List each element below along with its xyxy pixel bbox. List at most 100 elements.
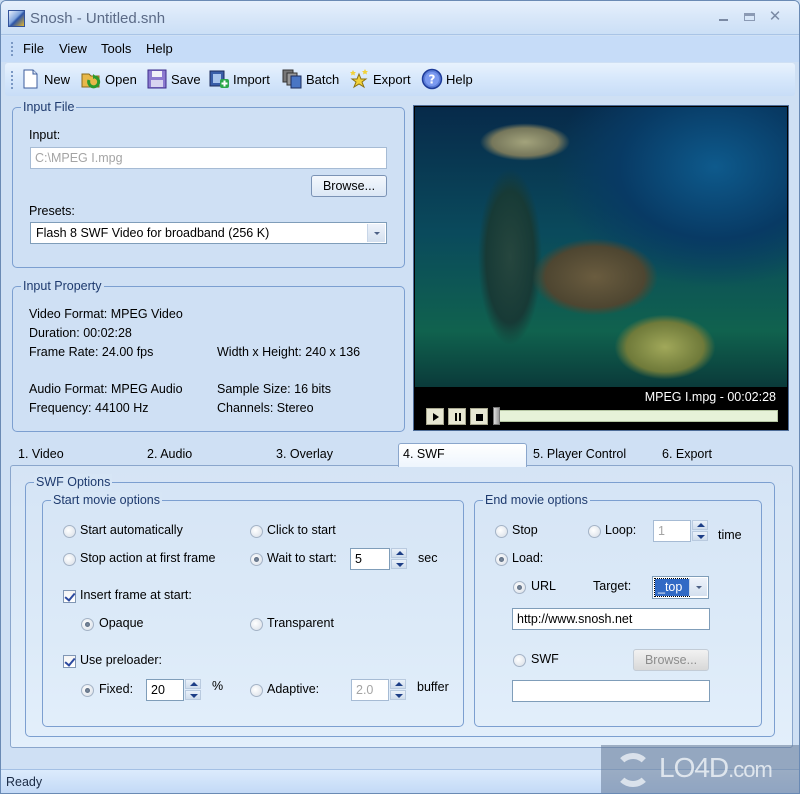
- batch-button[interactable]: Batch: [281, 68, 339, 90]
- open-button[interactable]: Open: [80, 68, 137, 90]
- fixed-label: Fixed:: [99, 682, 134, 696]
- spin-up-icon[interactable]: [390, 679, 406, 689]
- input-property-group-label: Input Property: [21, 278, 104, 294]
- tab-audio[interactable]: 2. Audio: [147, 447, 192, 465]
- loop-radio[interactable]: [588, 525, 601, 538]
- presets-select[interactable]: Flash 8 SWF Video for broadband (256 K): [30, 222, 387, 244]
- tab-overlay[interactable]: 3. Overlay: [276, 447, 333, 465]
- browse-swf-button[interactable]: Browse...: [633, 649, 709, 671]
- loop-count-spinner[interactable]: [692, 520, 708, 542]
- input-property-group: Input Property Video Format: MPEG Video …: [12, 278, 405, 432]
- seek-bar[interactable]: [495, 410, 778, 422]
- load-radio[interactable]: [495, 553, 508, 566]
- fixed-percent-input[interactable]: 20: [146, 679, 184, 701]
- target-selected-value: _top: [654, 578, 690, 597]
- fixed-radio[interactable]: [81, 684, 94, 697]
- new-button[interactable]: New: [19, 68, 70, 90]
- stop-label: Stop: [512, 523, 538, 537]
- spin-down-icon[interactable]: [185, 690, 201, 700]
- load-label: Load:: [512, 551, 544, 565]
- menu-tools[interactable]: Tools: [101, 41, 131, 56]
- export-stars-icon: [348, 68, 370, 90]
- sample-size-text: Sample Size: 16 bits: [217, 382, 331, 396]
- tab-video[interactable]: 1. Video: [18, 447, 64, 465]
- menu-help[interactable]: Help: [146, 41, 173, 56]
- play-button[interactable]: [426, 408, 444, 425]
- wait-seconds-input[interactable]: 5: [350, 548, 390, 570]
- spin-up-icon[interactable]: [391, 548, 407, 558]
- minimize-icon: [718, 19, 728, 21]
- help-icon: ?: [421, 68, 443, 90]
- spin-up-icon[interactable]: [185, 679, 201, 689]
- pause-button[interactable]: [448, 408, 466, 425]
- click-to-start-radio[interactable]: [250, 525, 263, 538]
- close-button[interactable]: ✕: [765, 8, 785, 26]
- tab-swf[interactable]: 4. SWF: [398, 443, 527, 467]
- loop-unit-label: time: [718, 528, 742, 542]
- menu-grip[interactable]: [11, 42, 13, 56]
- app-window: Snosh - Untitled.snh ✕ File View Tools H…: [0, 0, 800, 794]
- app-logo-icon: [8, 10, 25, 27]
- target-select[interactable]: _top: [652, 576, 709, 599]
- end-movie-options-label: End movie options: [483, 492, 590, 508]
- fixed-percent-spinner[interactable]: [185, 679, 201, 701]
- toolbar-grip[interactable]: [11, 71, 13, 89]
- start-movie-options-label: Start movie options: [51, 492, 162, 508]
- loop-count-input[interactable]: 1: [653, 520, 691, 542]
- swf-radio[interactable]: [513, 654, 526, 667]
- chevron-down-icon[interactable]: [367, 224, 385, 242]
- import-button[interactable]: Import: [208, 68, 270, 90]
- status-text: Ready: [6, 775, 43, 789]
- floppy-disk-icon: [146, 68, 168, 90]
- watermark-logo-icon: [615, 753, 651, 787]
- save-button[interactable]: Save: [146, 68, 201, 90]
- target-label: Target:: [593, 579, 632, 593]
- adaptive-buffer-input[interactable]: 2.0: [351, 679, 389, 701]
- stop-radio[interactable]: [495, 525, 508, 538]
- menu-bar: File View Tools Help: [1, 36, 799, 62]
- maximize-button[interactable]: [739, 8, 759, 26]
- window-title: Snosh - Untitled.snh: [30, 10, 166, 27]
- presets-selected-value: Flash 8 SWF Video for broadband (256 K): [36, 226, 270, 240]
- help-button[interactable]: ? Help: [421, 68, 473, 90]
- title-bar: Snosh - Untitled.snh ✕: [1, 1, 799, 35]
- wait-to-start-radio[interactable]: [250, 553, 263, 566]
- input-file-field[interactable]: C:\MPEG I.mpg: [30, 147, 387, 169]
- input-file-group: Input File Input: C:\MPEG I.mpg Browse..…: [12, 99, 405, 268]
- minimize-button[interactable]: [713, 8, 733, 26]
- browse-input-button[interactable]: Browse...: [311, 175, 387, 197]
- spin-up-icon[interactable]: [692, 520, 708, 530]
- use-preloader-checkbox[interactable]: [63, 655, 76, 668]
- new-document-icon: [19, 68, 41, 90]
- opaque-label: Opaque: [99, 616, 144, 630]
- export-button[interactable]: Export: [348, 68, 411, 90]
- menu-view[interactable]: View: [59, 41, 87, 56]
- start-automatically-radio[interactable]: [63, 525, 76, 538]
- spin-down-icon[interactable]: [390, 690, 406, 700]
- swf-path-input[interactable]: [512, 680, 710, 702]
- adaptive-unit-label: buffer: [417, 680, 449, 694]
- tab-export[interactable]: 6. Export: [662, 447, 712, 465]
- stop-first-frame-label: Stop action at first frame: [80, 551, 216, 565]
- chevron-down-icon[interactable]: [689, 578, 707, 596]
- wait-to-start-label: Wait to start:: [267, 551, 337, 565]
- batch-films-icon: [281, 68, 303, 90]
- tab-player-control[interactable]: 5. Player Control: [533, 447, 626, 465]
- stop-first-frame-radio[interactable]: [63, 553, 76, 566]
- transparent-radio[interactable]: [250, 618, 263, 631]
- spin-down-icon[interactable]: [391, 559, 407, 569]
- url-label: URL: [531, 579, 557, 593]
- spin-down-icon[interactable]: [692, 531, 708, 541]
- toolbar: New Open Save Import Batch Export ? Help: [5, 63, 795, 96]
- menu-file[interactable]: File: [23, 41, 44, 56]
- wait-seconds-spinner[interactable]: [391, 548, 407, 570]
- adaptive-buffer-spinner[interactable]: [390, 679, 406, 701]
- seek-handle[interactable]: [493, 407, 500, 425]
- stop-button[interactable]: [470, 408, 488, 425]
- insert-frame-checkbox[interactable]: [63, 590, 76, 603]
- adaptive-radio[interactable]: [250, 684, 263, 697]
- url-input[interactable]: http://www.snosh.net: [512, 608, 710, 630]
- url-radio[interactable]: [513, 581, 526, 594]
- opaque-radio[interactable]: [81, 618, 94, 631]
- close-icon: ✕: [768, 8, 782, 25]
